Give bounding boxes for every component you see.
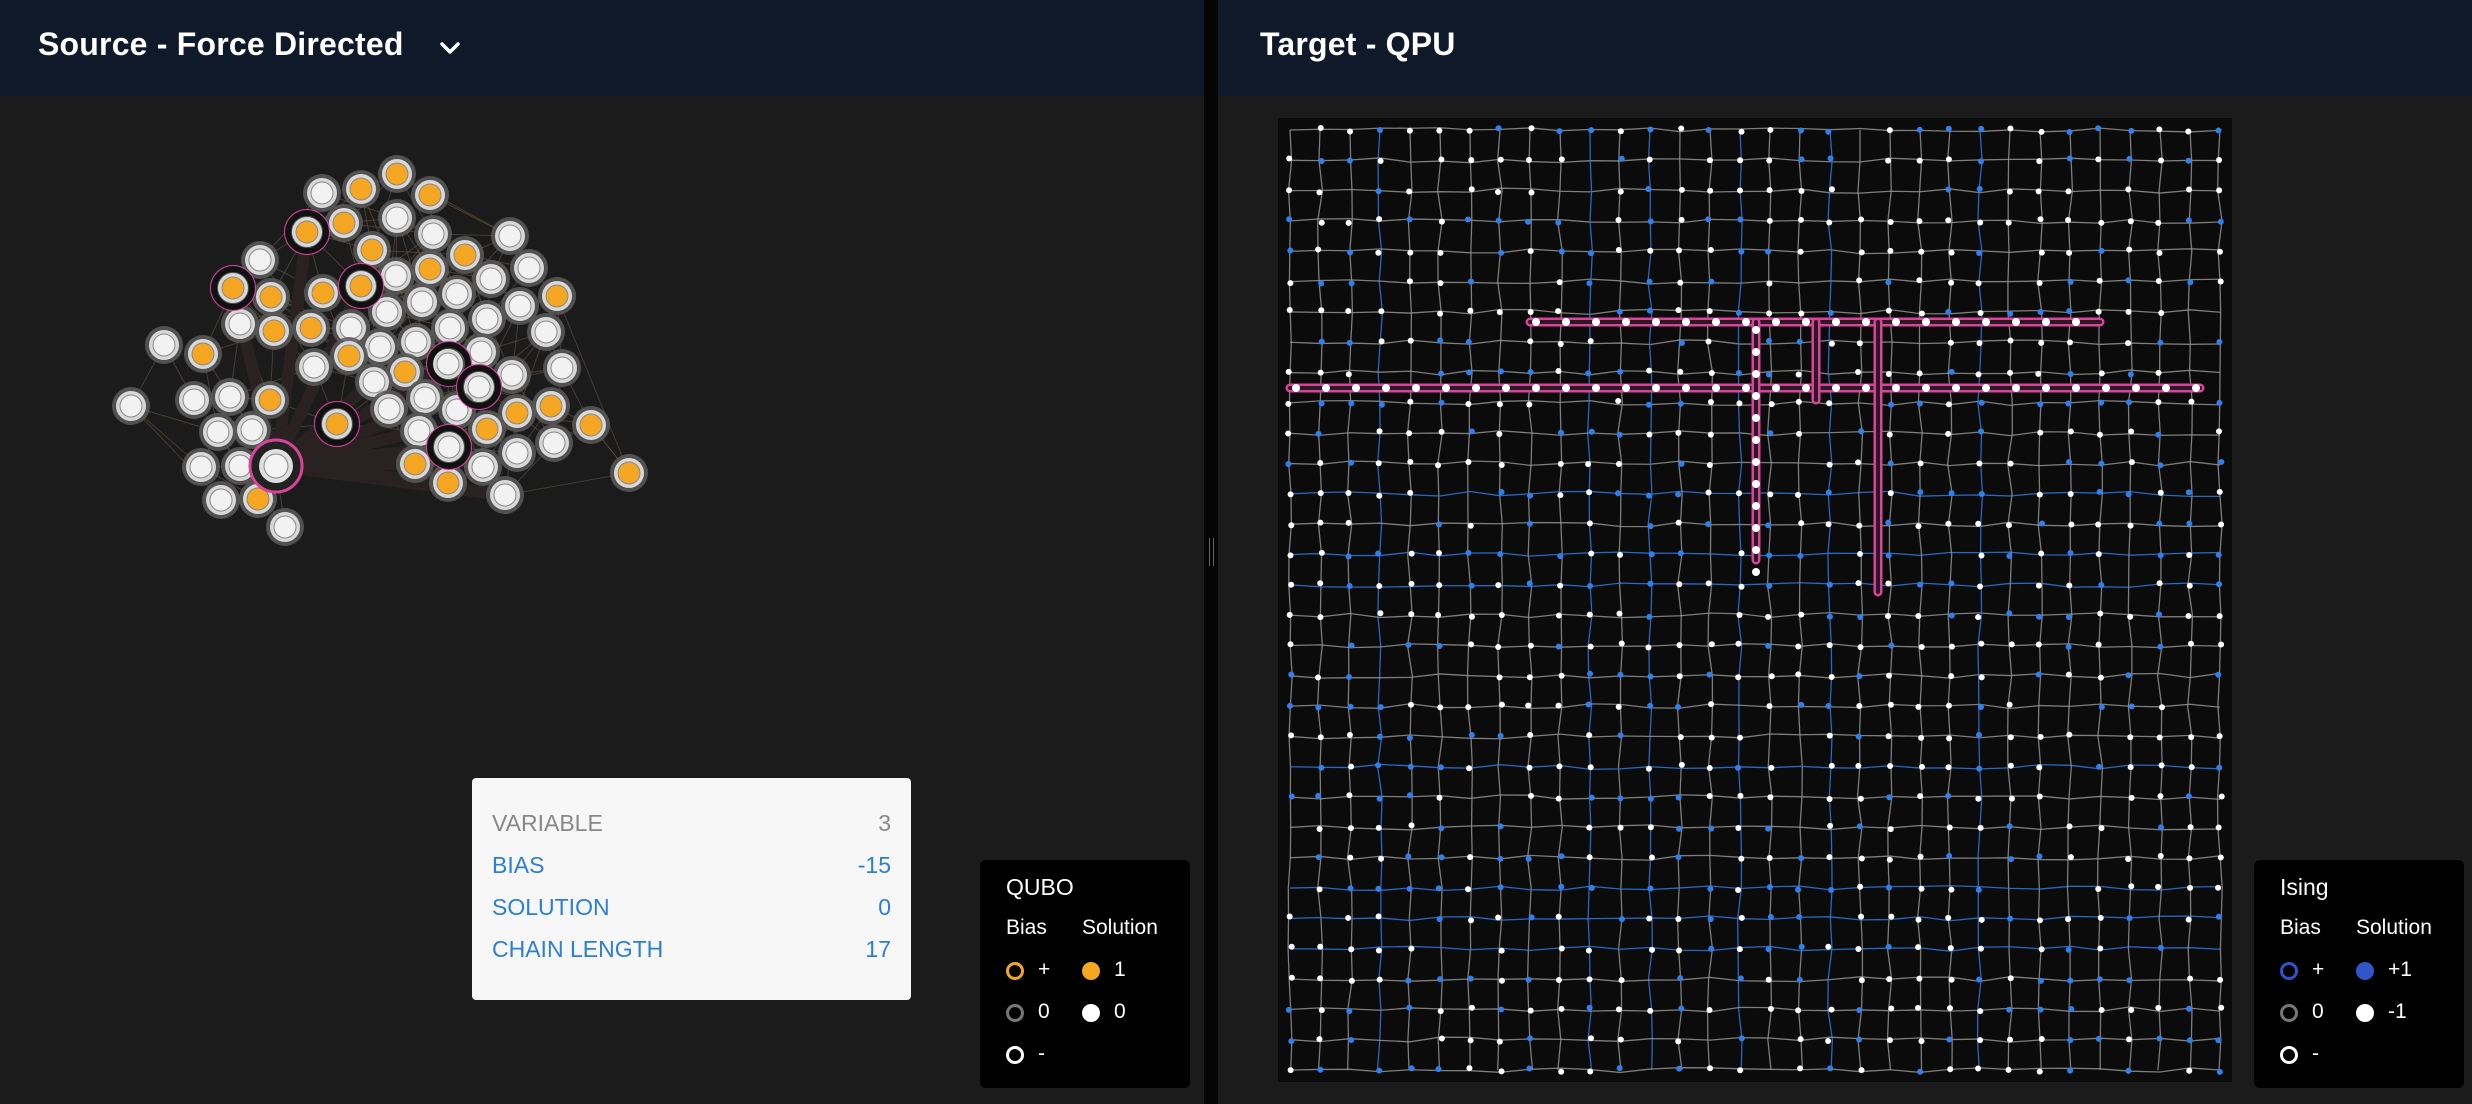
graph-node — [472, 260, 510, 298]
bias-negative-icon — [2280, 1046, 2298, 1064]
tooltip-key: BIAS — [492, 852, 545, 878]
graph-node — [572, 406, 610, 444]
source-header: Source - Force Directed — [0, 0, 1204, 96]
graph-node — [532, 387, 570, 425]
legend-bias-header: Bias — [1006, 916, 1047, 939]
graph-node — [378, 155, 416, 193]
graph-node — [295, 348, 333, 386]
graph-node — [414, 215, 452, 253]
graph-node — [468, 410, 506, 448]
graph-node — [175, 381, 213, 419]
graph-node — [221, 305, 259, 343]
graph-node — [411, 176, 449, 214]
source-title: Source - Force Directed — [38, 26, 404, 62]
legend-solution-zero: 0 — [1114, 1000, 1126, 1023]
tooltip-key: SOLUTION — [492, 894, 610, 920]
bias-zero-icon — [2280, 1004, 2298, 1022]
legend-solution-header: Solution — [2356, 916, 2432, 939]
tooltip-value: -15 — [857, 852, 891, 878]
graph-node — [184, 335, 222, 373]
bias-zero-icon — [1006, 1004, 1024, 1022]
legend-solution-plus-one: +1 — [2388, 958, 2412, 981]
graph-node — [543, 349, 581, 387]
graph-node — [325, 204, 363, 242]
graph-node — [182, 448, 220, 486]
graph-node — [145, 326, 183, 364]
target-title: Target - QPU — [1260, 26, 1456, 62]
graph-node — [527, 313, 565, 351]
tooltip-value: 17 — [865, 936, 891, 962]
legend-bias-plus: + — [2312, 958, 2325, 981]
legend-solution-header: Solution — [1082, 916, 1158, 939]
divider-grip-icon[interactable] — [1209, 538, 1214, 566]
chevron-down-icon[interactable] — [432, 30, 468, 66]
target-header: Target - QPU — [1218, 0, 2472, 96]
tooltip-key: CHAIN LENGTH — [492, 936, 664, 962]
graph-node — [510, 249, 548, 287]
graph-node — [304, 274, 342, 312]
legend-bias-zero: 0 — [1038, 1000, 1050, 1023]
graph-node — [535, 424, 573, 462]
legend-solution-one: 1 — [1114, 958, 1126, 981]
legend-solution-minus-one: -1 — [2388, 1000, 2407, 1023]
graph-node — [538, 277, 576, 315]
ising-legend: Ising Bias Solution + 0 - +1 -1 — [2254, 860, 2464, 1088]
graph-node — [378, 199, 416, 237]
legend-bias-minus: - — [2312, 1042, 2319, 1065]
tooltip-value: 3 — [878, 810, 891, 836]
graph-node — [252, 278, 290, 316]
node-tooltip: VARIABLE 3 BIAS -15 SOLUTION 0 CHAIN LEN… — [472, 778, 911, 1000]
graph-node — [498, 434, 536, 472]
graph-node — [342, 170, 380, 208]
bias-negative-icon — [1006, 1046, 1024, 1064]
solution-minus-one-icon — [2356, 1004, 2374, 1022]
legend-bias-header: Bias — [2280, 916, 2321, 939]
graph-node — [610, 454, 648, 492]
graph-node — [403, 283, 441, 321]
graph-node — [199, 413, 237, 451]
graph-node — [255, 312, 293, 350]
tooltip-key: VARIABLE — [492, 810, 603, 836]
graph-node — [202, 481, 240, 519]
graph-node — [438, 275, 476, 313]
tooltip-value: 0 — [878, 894, 891, 920]
qubo-legend: QUBO Bias Solution + 0 - 1 0 — [980, 860, 1190, 1088]
legend-title: Ising — [2280, 874, 2329, 900]
graph-node — [211, 378, 249, 416]
graph-node — [292, 309, 330, 347]
graph-node — [486, 476, 524, 514]
legend-bias-zero: 0 — [2312, 1000, 2324, 1023]
bias-positive-icon — [2280, 962, 2298, 980]
graph-node — [491, 217, 529, 255]
graph-node — [468, 300, 506, 338]
solution-one-icon — [1082, 962, 1100, 980]
solution-plus-one-icon — [2356, 962, 2374, 980]
source-panel: Source - Force Directed VARIABLE 3 BIAS … — [0, 0, 1204, 1104]
legend-bias-plus: + — [1038, 958, 1051, 981]
legend-bias-minus: - — [1038, 1042, 1045, 1065]
graph-node — [112, 387, 150, 425]
graph-node — [266, 508, 304, 546]
solution-zero-icon — [1082, 1004, 1100, 1022]
bias-positive-icon — [1006, 962, 1024, 980]
target-panel: Target - QPU Ising Bias Solution + 0 - +… — [1218, 0, 2472, 1104]
legend-title: QUBO — [1006, 874, 1074, 900]
